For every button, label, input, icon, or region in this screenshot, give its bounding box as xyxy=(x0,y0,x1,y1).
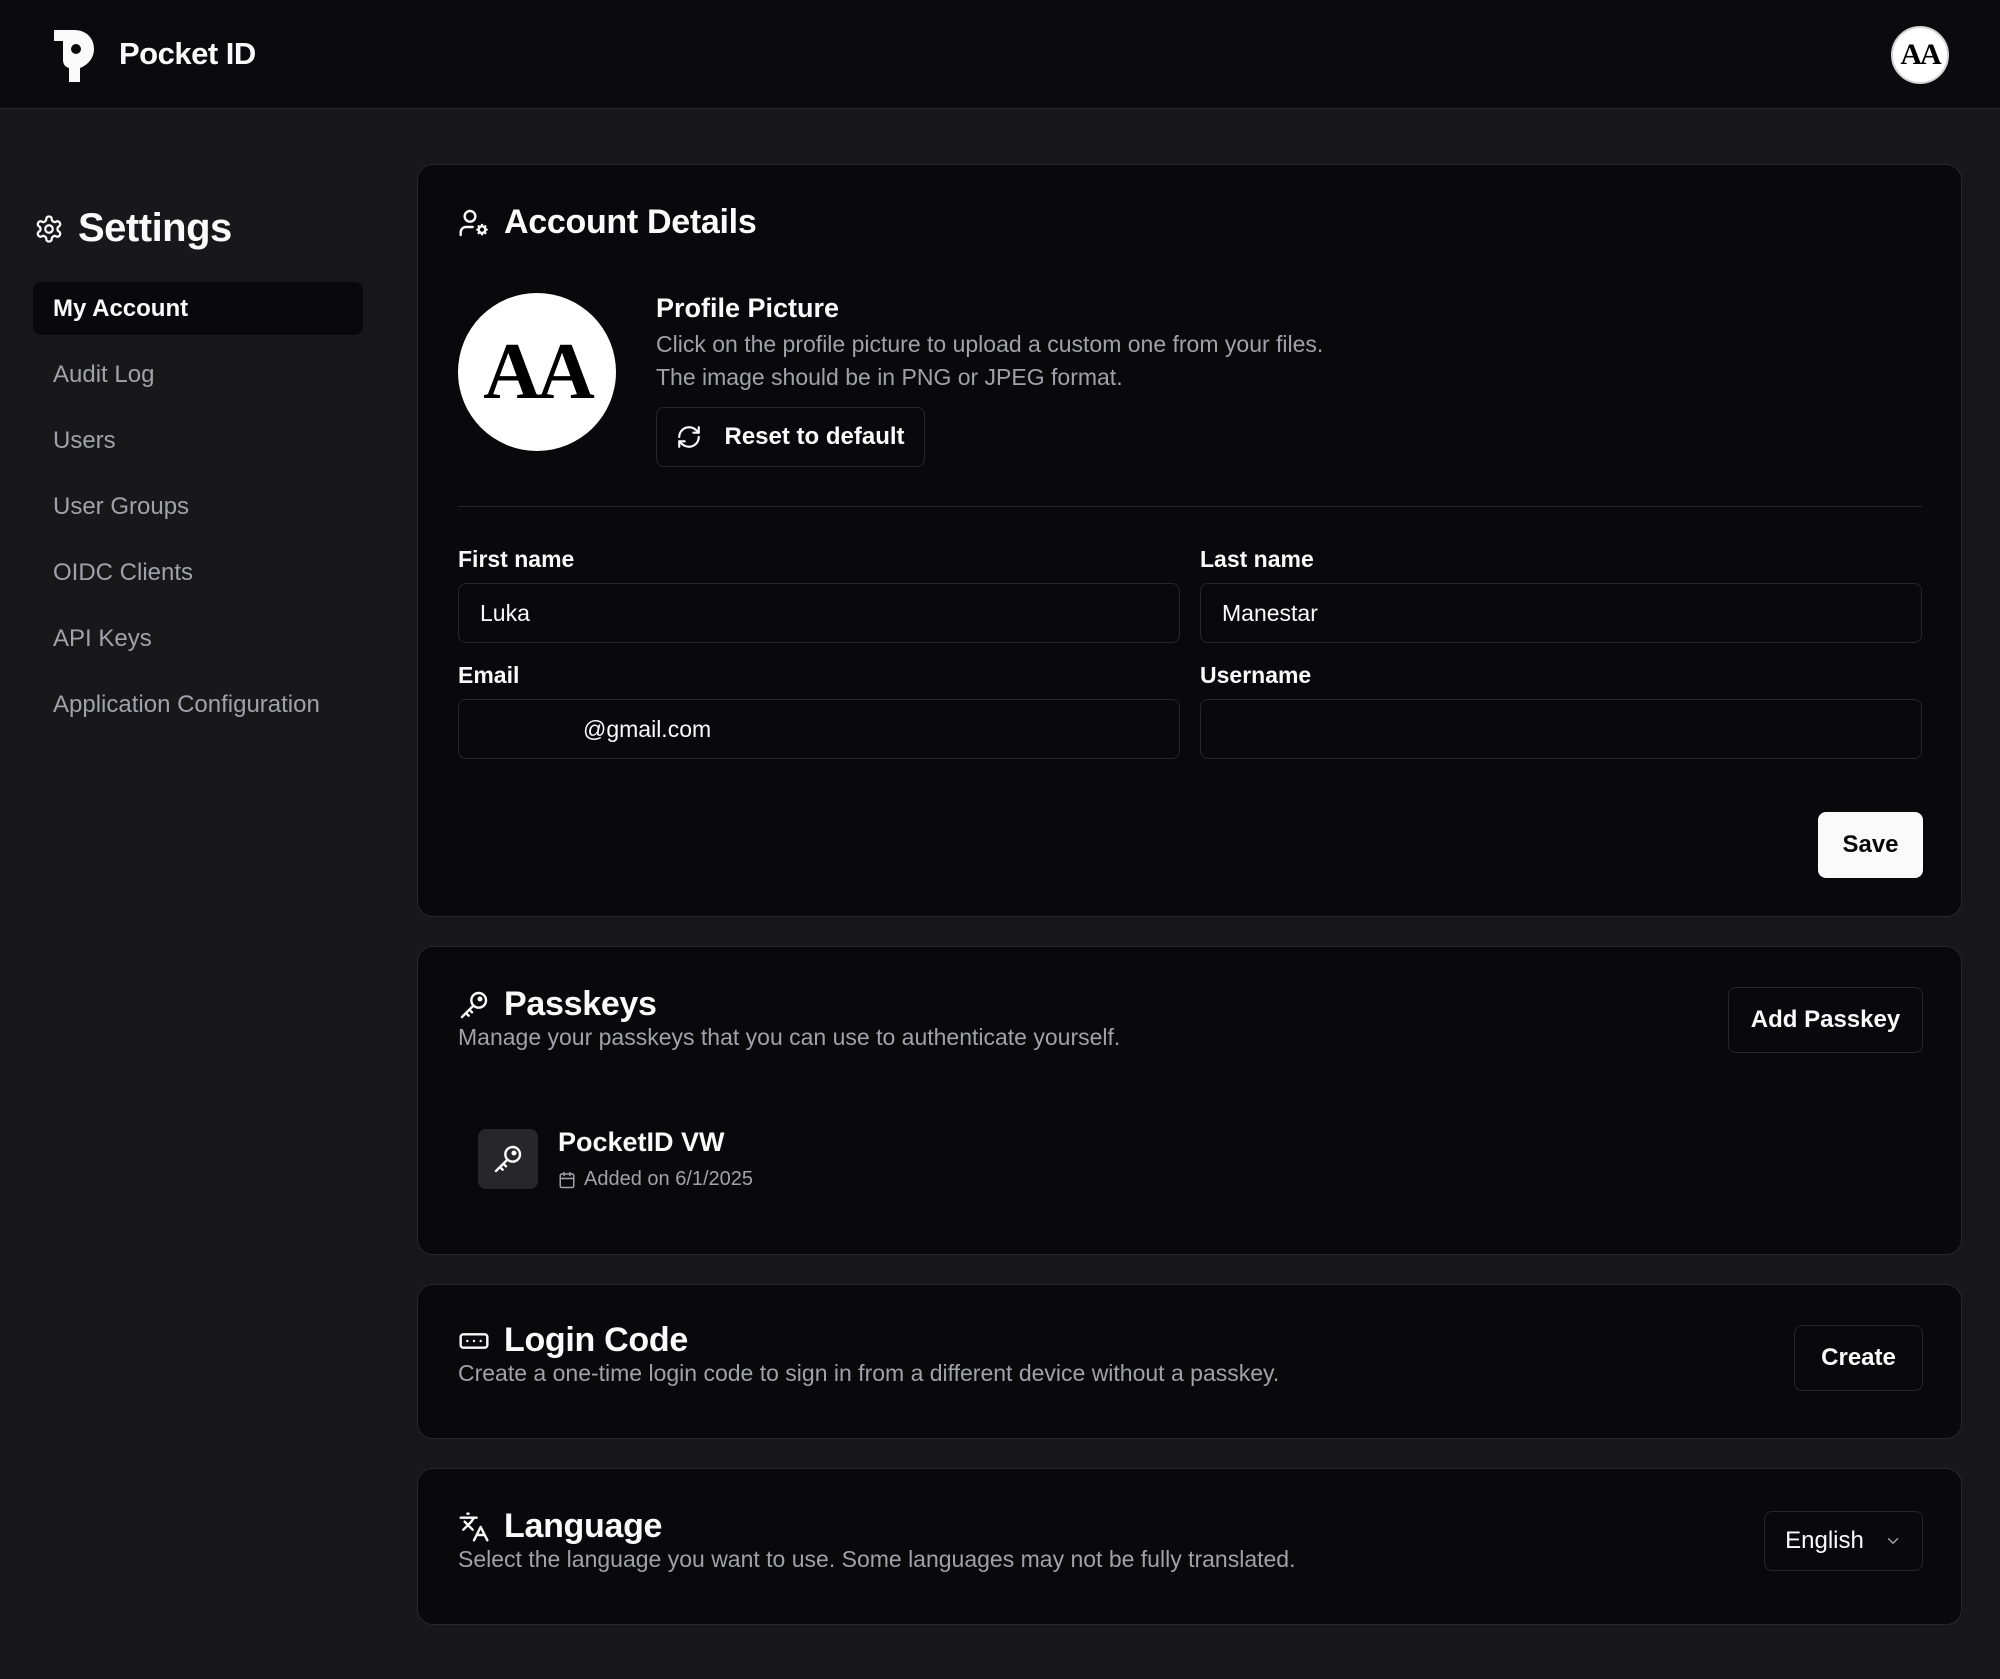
reset-to-default-label: Reset to default xyxy=(724,423,905,450)
sidebar-item-users[interactable]: Users xyxy=(33,414,363,467)
profile-picture-desc-1: Click on the profile picture to upload a… xyxy=(656,331,1324,357)
email-label: Email xyxy=(458,662,520,688)
top-header: Pocket ID AA xyxy=(0,0,2000,109)
account-details-title: Account Details xyxy=(504,203,757,241)
sidebar-item-oidc-clients[interactable]: OIDC Clients xyxy=(33,546,363,599)
passkeys-heading: Passkeys xyxy=(458,985,657,1024)
language-selected-value: English xyxy=(1785,1527,1864,1554)
refresh-icon xyxy=(676,424,702,450)
add-passkey-button[interactable]: Add Passkey xyxy=(1728,987,1923,1053)
key-icon xyxy=(458,989,490,1021)
login-code-heading: Login Code xyxy=(458,1321,688,1360)
login-code-desc: Create a one-time login code to sign in … xyxy=(458,1360,1280,1386)
account-details-heading: Account Details xyxy=(458,203,757,242)
sidebar-item-audit-log[interactable]: Audit Log xyxy=(33,348,363,401)
brand-name: Pocket ID xyxy=(119,36,256,71)
username-label: Username xyxy=(1200,662,1312,688)
last-name-label: Last name xyxy=(1200,546,1314,572)
chevron-down-icon xyxy=(1884,1532,1902,1550)
calendar-icon xyxy=(558,1171,576,1189)
key-icon xyxy=(492,1143,524,1175)
account-details-card: Account Details AA Profile Picture Click… xyxy=(417,164,1962,917)
language-heading: Language xyxy=(458,1507,662,1546)
passkey-added-date: Added on 6/1/2025 xyxy=(584,1168,754,1190)
profile-picture-title: Profile Picture xyxy=(656,293,840,323)
create-login-code-button[interactable]: Create xyxy=(1794,1325,1923,1391)
passkeys-desc: Manage your passkeys that you can use to… xyxy=(458,1024,1121,1050)
user-cog-icon xyxy=(458,207,490,239)
passkey-name: PocketID VW xyxy=(558,1127,725,1157)
sidebar-item-my-account[interactable]: My Account xyxy=(33,282,363,335)
profile-picture[interactable]: AA xyxy=(458,293,616,451)
first-name-label: First name xyxy=(458,546,575,572)
passkey-tile xyxy=(478,1129,538,1189)
last-name-input[interactable] xyxy=(1200,583,1922,643)
user-avatar[interactable]: AA xyxy=(1891,26,1949,84)
pocket-id-logo[interactable] xyxy=(52,28,96,84)
username-input[interactable] xyxy=(1200,699,1922,759)
language-desc: Select the language you want to use. Som… xyxy=(458,1546,1296,1572)
sidebar-item-application-configuration[interactable]: Application Configuration xyxy=(33,678,363,731)
login-code-card: Login Code Create a one-time login code … xyxy=(417,1284,1962,1439)
languages-icon xyxy=(458,1511,490,1543)
settings-title: Settings xyxy=(78,206,232,250)
settings-nav: My Account Audit Log Users User Groups O… xyxy=(33,282,363,744)
reset-to-default-button[interactable]: Reset to default xyxy=(656,407,925,467)
language-title: Language xyxy=(504,1507,663,1545)
passkeys-title: Passkeys xyxy=(504,985,657,1023)
settings-heading: Settings xyxy=(34,206,232,251)
passkeys-card: Passkeys Manage your passkeys that you c… xyxy=(417,946,1962,1255)
passkey-added: Added on 6/1/2025 xyxy=(558,1168,753,1191)
gear-icon xyxy=(34,214,64,244)
profile-picture-desc-2: The image should be in PNG or JPEG forma… xyxy=(656,364,1123,390)
sidebar-item-api-keys[interactable]: API Keys xyxy=(33,612,363,665)
divider xyxy=(458,506,1922,507)
login-code-title: Login Code xyxy=(504,1321,688,1359)
language-card: Language Select the language you want to… xyxy=(417,1468,1962,1625)
rectangle-ellipsis-icon xyxy=(458,1325,490,1357)
save-button[interactable]: Save xyxy=(1818,812,1923,878)
language-select[interactable]: English xyxy=(1764,1511,1923,1571)
passkey-item[interactable]: PocketID VW Added on 6/1/2025 xyxy=(558,1127,753,1191)
email-input[interactable] xyxy=(458,699,1180,759)
sidebar-item-user-groups[interactable]: User Groups xyxy=(33,480,363,533)
first-name-input[interactable] xyxy=(458,583,1180,643)
